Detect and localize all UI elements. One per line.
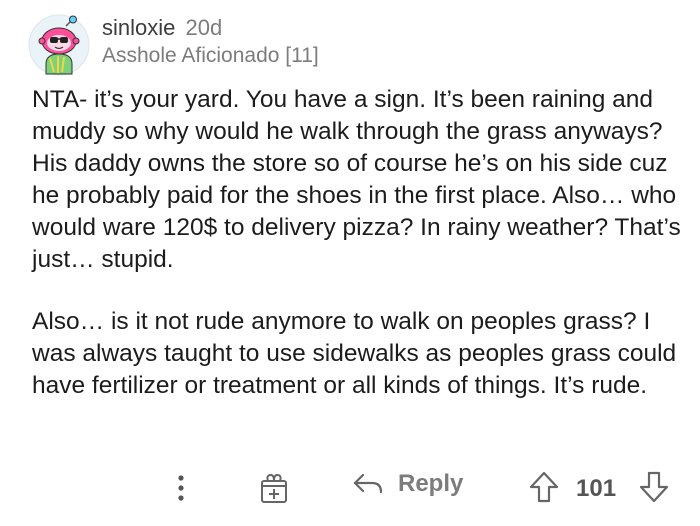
snoo-avatar-icon	[28, 14, 90, 76]
comment-actions: Reply 101	[0, 462, 700, 514]
comment-header: sinloxie 20d Asshole Aficionado [11]	[102, 14, 319, 70]
more-vertical-icon	[177, 474, 185, 502]
user-flair: Asshole Aficionado [11]	[102, 44, 319, 67]
downvote-arrow-icon	[638, 470, 670, 504]
upvote-arrow-icon	[528, 470, 560, 504]
reply-arrow-icon	[352, 472, 384, 496]
comment: sinloxie 20d Asshole Aficionado [11] NTA…	[0, 0, 700, 526]
vote-score: 101	[576, 475, 617, 502]
upvote-button[interactable]	[528, 470, 560, 504]
comment-age: 20d	[185, 15, 223, 40]
reply-button[interactable]: Reply	[352, 470, 463, 498]
comment-meta: sinloxie 20d	[102, 14, 319, 42]
user-avatar[interactable]	[28, 14, 90, 76]
comment-body: NTA- it’s your yard. You have a sign. It…	[32, 84, 682, 402]
username[interactable]: sinloxie	[102, 15, 175, 40]
more-options-button[interactable]	[168, 468, 194, 508]
award-button[interactable]	[259, 472, 289, 504]
comment-paragraph: NTA- it’s your yard. You have a sign. It…	[32, 86, 681, 273]
reply-label: Reply	[398, 470, 464, 497]
downvote-button[interactable]	[638, 470, 670, 504]
gift-award-icon	[259, 472, 289, 504]
comment-paragraph: Also… is it not rude anymore to walk on …	[32, 308, 677, 399]
